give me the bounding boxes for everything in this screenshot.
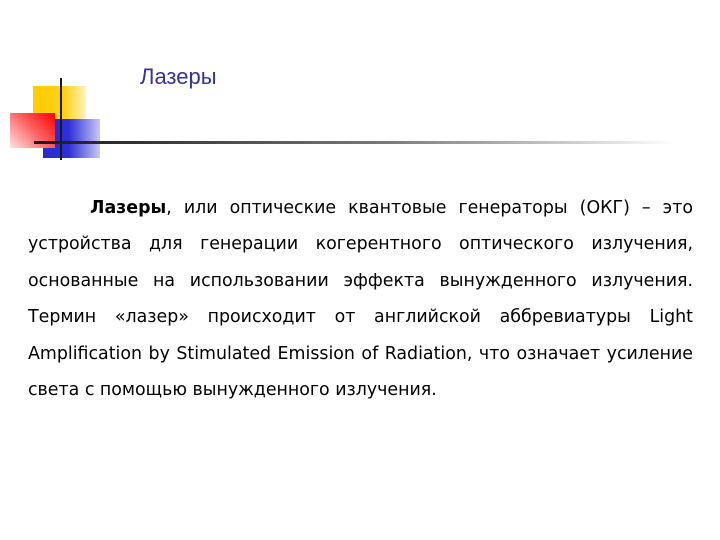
title-underline-divider <box>34 141 674 144</box>
paragraph-text: , или оптические квантовые генераторы (О… <box>28 198 693 401</box>
bold-term: Лазеры <box>90 198 167 218</box>
slide-title: Лазеры <box>140 64 217 89</box>
slide-logo-decoration <box>0 0 110 170</box>
vertical-divider-line <box>60 78 62 160</box>
slide-body-paragraph: Лазеры, или оптические квантовые генерат… <box>28 190 693 408</box>
